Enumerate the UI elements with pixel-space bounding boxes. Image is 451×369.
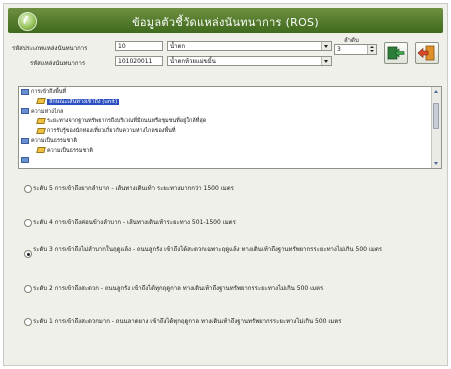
tree-group[interactable]: ความเป็นธรรมชาติ bbox=[21, 137, 77, 145]
place-code-input[interactable]: 101020011 bbox=[115, 56, 163, 66]
type-select[interactable]: น้ำตก bbox=[167, 41, 332, 51]
radio-button[interactable] bbox=[24, 219, 32, 227]
tree-item[interactable]: การรับรู้ของนักท่องเที่ยวเกี่ยวกับความห่… bbox=[36, 127, 176, 135]
scroll-down-icon[interactable] bbox=[432, 159, 441, 168]
radio-button[interactable] bbox=[24, 285, 32, 293]
type-code-input[interactable]: 10 bbox=[115, 41, 163, 51]
tree-item-label: การเข้าถึงพื้นที่ bbox=[31, 89, 67, 95]
folder-icon bbox=[21, 137, 29, 144]
type-select-value: น้ำตก bbox=[170, 43, 185, 50]
indicator-icon bbox=[36, 127, 46, 134]
place-select[interactable]: น้ำตกห้วยแม่ขมิ้น bbox=[167, 56, 332, 66]
radio-button[interactable] bbox=[24, 185, 32, 193]
folder-icon bbox=[21, 88, 29, 95]
radio-button[interactable] bbox=[24, 250, 32, 258]
level-option[interactable]: ระดับ 3 การเข้าถึงไม่ลำบากในฤดูแล้ง - ถน… bbox=[24, 245, 439, 265]
radio-button[interactable] bbox=[24, 318, 32, 326]
indicator-tree[interactable]: การเข้าถึงพื้นที่ลักษณะเส้นทางเข้าถึง (u… bbox=[18, 86, 442, 169]
tree-item-label: ความห่างไกล bbox=[31, 108, 64, 115]
tree-group[interactable]: ความห่างไกล bbox=[21, 108, 63, 116]
level-option-label: ระดับ 3 การเข้าถึงไม่ลำบากในฤดูแล้ง - ถน… bbox=[33, 246, 382, 253]
app-window: ข้อมูลตัวชี้วัดแหล่งนันทนาการ (ROS) รหัส… bbox=[3, 3, 448, 366]
tree-item-label: ความเป็นธรรมชาติ bbox=[47, 147, 93, 154]
folder-icon bbox=[21, 108, 29, 115]
tree-scrollbar[interactable] bbox=[431, 87, 441, 168]
save-button[interactable] bbox=[384, 42, 408, 64]
order-spinner[interactable]: 3 bbox=[334, 44, 377, 55]
place-code-label: รหัสแหล่งนันทนาการ bbox=[30, 60, 86, 67]
folder-icon bbox=[21, 157, 29, 164]
place-select-value: น้ำตกห้วยแม่ขมิ้น bbox=[170, 58, 216, 65]
level-option-label: ระดับ 1 การเข้าถึงสะดวกมาก - ถนนลาดยาง เ… bbox=[33, 318, 342, 325]
level-option[interactable]: ระดับ 4 การเข้าถึงค่อนข้างลำบาก - เส้นทา… bbox=[24, 218, 439, 238]
scroll-thumb[interactable] bbox=[433, 103, 439, 129]
level-option[interactable]: ระดับ 1 การเข้าถึงสะดวกมาก - ถนนลาดยาง เ… bbox=[24, 317, 439, 337]
leaf-logo-icon bbox=[18, 12, 37, 31]
exit-door-icon bbox=[417, 45, 435, 61]
type-code-label: รหัสประเภทแหล่งนันทนาการ bbox=[12, 45, 88, 52]
tree-item[interactable]: ลักษณะเส้นทางเข้าถึง (unit) bbox=[36, 98, 120, 106]
save-arrow-icon bbox=[387, 46, 405, 60]
tree-item-label: ระยะทางจากฐานทรัพยากรถึงบริเวณที่มีถนนหร… bbox=[47, 118, 207, 125]
tree-item-label: ลักษณะเส้นทางเข้าถึง (unit) bbox=[47, 98, 120, 105]
level-option-label: ระดับ 4 การเข้าถึงค่อนข้างลำบาก - เส้นทา… bbox=[33, 219, 236, 226]
indicator-icon bbox=[36, 98, 46, 105]
level-option-label: ระดับ 2 การเข้าถึงสะดวก - ถนนลูกรัง เข้า… bbox=[33, 285, 324, 292]
chevron-down-icon[interactable] bbox=[321, 57, 331, 65]
window-title: ข้อมูลตัวชี้วัดแหล่งนันทนาการ (ROS) bbox=[132, 16, 319, 29]
tree-item[interactable]: ความเป็นธรรมชาติ bbox=[36, 147, 93, 155]
level-option[interactable]: ระดับ 5 การเข้าถึงยากลำบาก - เส้นทางเดิน… bbox=[24, 184, 439, 204]
title-bar: ข้อมูลตัวชี้วัดแหล่งนันทนาการ (ROS) bbox=[8, 8, 443, 33]
tree-item-label: ความเป็นธรรมชาติ bbox=[31, 138, 77, 144]
chevron-up-icon[interactable] bbox=[369, 46, 374, 48]
tree-item[interactable]: ระยะทางจากฐานทรัพยากรถึงบริเวณที่มีถนนหร… bbox=[36, 117, 207, 125]
scroll-up-icon[interactable] bbox=[432, 87, 441, 96]
tree-item-label: การรับรู้ของนักท่องเที่ยวเกี่ยวกับความห่… bbox=[47, 128, 176, 135]
spinner-buttons[interactable] bbox=[367, 45, 376, 54]
level-option[interactable]: ระดับ 2 การเข้าถึงสะดวก - ถนนลูกรัง เข้า… bbox=[24, 284, 439, 304]
chevron-down-icon[interactable] bbox=[369, 50, 374, 52]
exit-button[interactable] bbox=[415, 42, 439, 64]
chevron-down-icon[interactable] bbox=[321, 42, 331, 50]
order-value: 3 bbox=[337, 46, 341, 53]
indicator-icon bbox=[36, 117, 46, 124]
tree-group[interactable]: การเข้าถึงพื้นที่ bbox=[21, 88, 66, 96]
tree-group[interactable] bbox=[21, 157, 31, 165]
level-option-label: ระดับ 5 การเข้าถึงยากลำบาก - เส้นทางเดิน… bbox=[33, 185, 234, 192]
indicator-icon bbox=[36, 147, 46, 154]
